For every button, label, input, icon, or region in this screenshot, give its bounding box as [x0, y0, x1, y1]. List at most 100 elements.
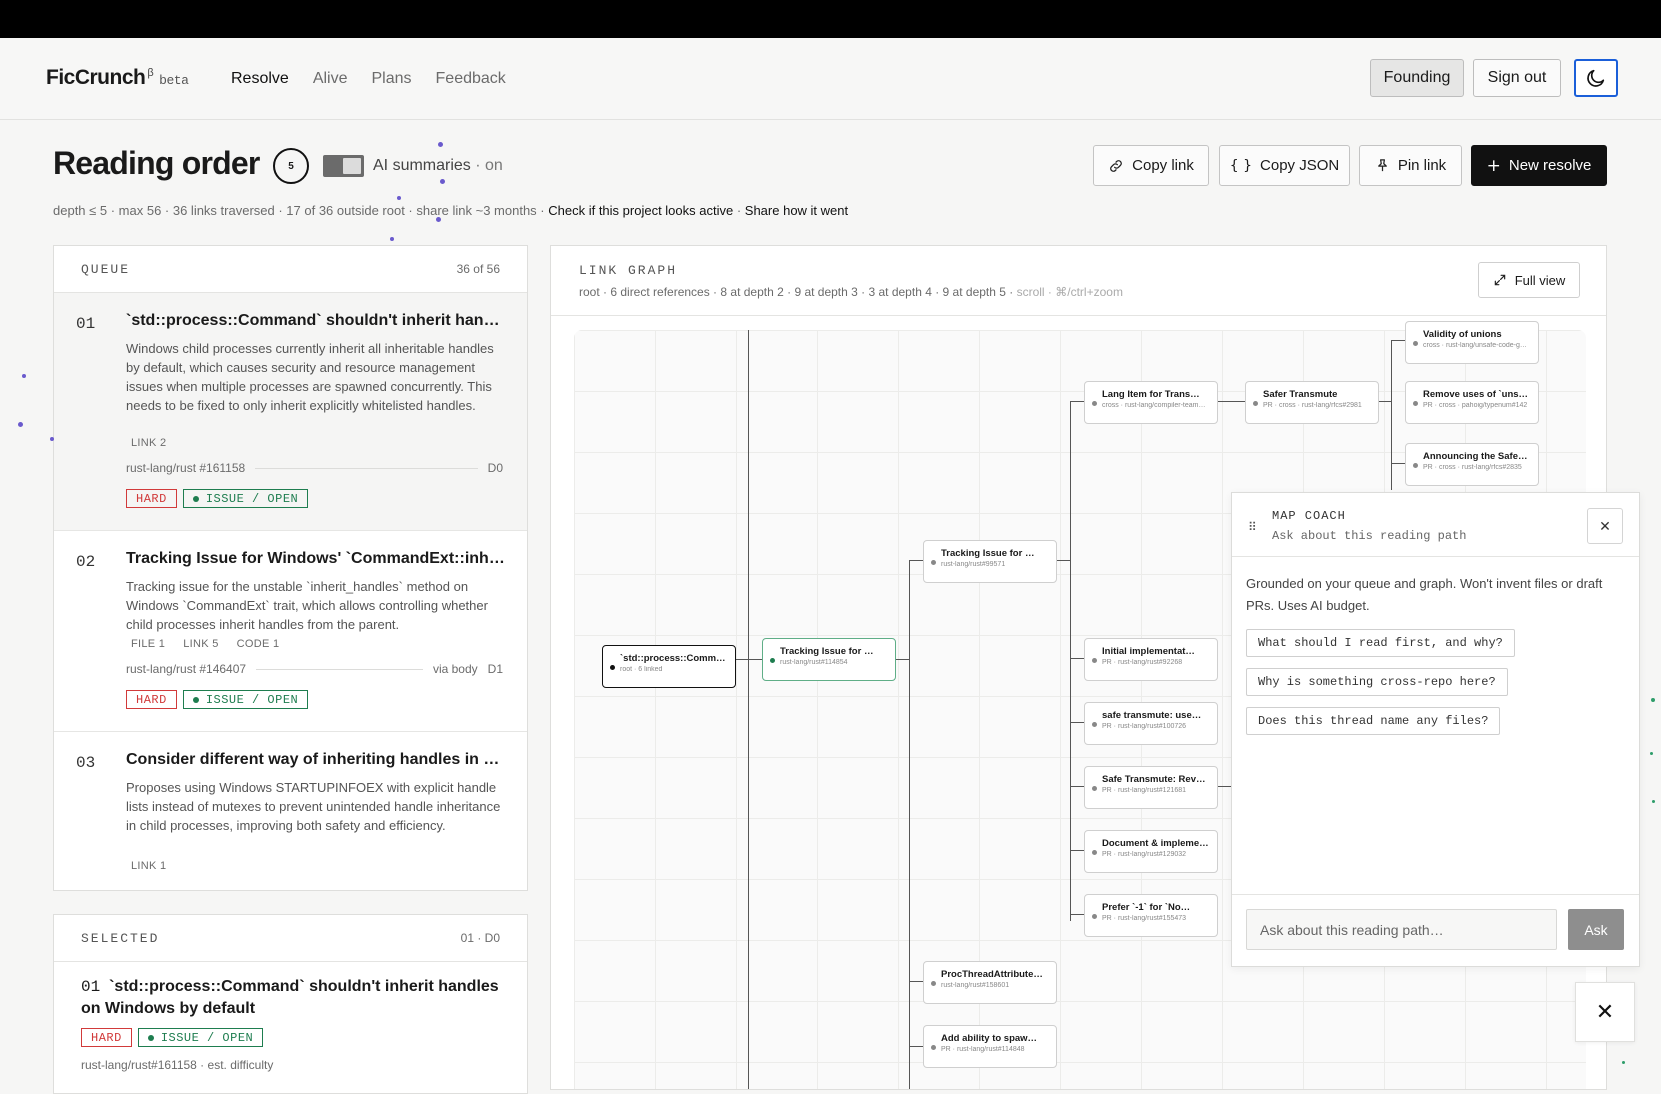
node-title: Safe Transmute: Rev…	[1102, 774, 1206, 785]
map-coach-input[interactable]	[1246, 909, 1557, 950]
node-subtitle: cross · rust-lang/compiler-team…	[1102, 402, 1206, 409]
graph-edge	[896, 659, 910, 660]
queue-item-tags: HARD ISSUE / OPEN	[126, 489, 309, 508]
link-count: LINK 5	[183, 638, 219, 650]
depth-badge: 5	[273, 148, 309, 184]
founding-button[interactable]: Founding	[1370, 59, 1464, 97]
node-subtitle: cross · rust-lang/unsafe-code-g…	[1423, 342, 1527, 349]
graph-node[interactable]: Prefer `-1` for `No… PR · rust-lang/rust#…	[1084, 894, 1218, 937]
graph-node-root[interactable]: `std::process::Comm…root · 6 linked	[602, 645, 736, 688]
decorative-dot	[1652, 800, 1655, 803]
copy-link-button[interactable]: Copy link	[1093, 145, 1209, 186]
graph-edge	[909, 560, 910, 1089]
nav-alive[interactable]: Alive	[313, 70, 348, 88]
graph-edge	[1056, 560, 1071, 561]
status-tag: ISSUE / OPEN	[182, 690, 309, 709]
selected-title: SELECTED	[81, 930, 160, 946]
graph-node[interactable]: safe transmute: use… PR · rust-lang/rust#…	[1084, 702, 1218, 745]
node-title: `std::process::Comm…	[620, 653, 726, 664]
theme-toggle-button[interactable]	[1574, 59, 1618, 97]
queue-item-repo: rust-lang/rust #161158 D0	[126, 461, 503, 475]
decorative-dot	[436, 217, 441, 222]
map-coach-title: MAP COACH	[1272, 509, 1346, 523]
node-subtitle: root · 6 linked	[620, 666, 663, 673]
drag-handle-icon[interactable]: ⠿	[1248, 520, 1257, 534]
graph-node[interactable]: Document & implemen… PR · rust-lang/rust#…	[1084, 830, 1218, 873]
braces-icon: { }	[1229, 157, 1253, 174]
queue-item-03[interactable]: 03 Consider different way of inheriting …	[54, 732, 527, 890]
suggestion-chip[interactable]: What should I read first, and why?	[1246, 629, 1515, 657]
node-subtitle: PR · cross · rust-lang/rfcs#2835	[1423, 464, 1522, 471]
graph-edge	[1377, 401, 1392, 402]
graph-node[interactable]: Lang Item for Trans… cross · rust-lang/co…	[1084, 381, 1218, 424]
queue-item-01[interactable]: 01 `std::process::Command` shouldn't inh…	[54, 293, 527, 531]
node-subtitle: rust-lang/rust#158601	[941, 982, 1010, 989]
graph-node[interactable]: Announcing the Safe… PR · cross · rust-la…	[1405, 443, 1539, 486]
selected-tags: HARD ISSUE / OPEN	[81, 1028, 264, 1047]
graph-node[interactable]: Tracking Issue for … rust-lang/rust#11485…	[762, 638, 896, 681]
graph-edge	[1070, 722, 1084, 723]
new-resolve-button[interactable]: + New resolve	[1471, 145, 1607, 186]
graph-node[interactable]: Safe Transmute: Rev… PR · rust-lang/rust#…	[1084, 766, 1218, 809]
beta-badge: beta	[159, 73, 189, 88]
ai-summaries-toggle[interactable]	[323, 155, 364, 177]
difficulty-tag: HARD	[126, 690, 177, 709]
queue-item-repo: rust-lang/rust #146407 via body D1	[126, 662, 503, 676]
suggestion-chip[interactable]: Does this thread name any files?	[1246, 707, 1501, 735]
graph-node[interactable]: Add ability to spaw… PR · rust-lang/rust#…	[923, 1025, 1057, 1068]
graph-node[interactable]: Validity of unions cross · rust-lang/unsa…	[1405, 321, 1539, 364]
map-coach-close-button[interactable]: ✕	[1587, 508, 1623, 544]
selected-header: SELECTED 01 · D0	[54, 915, 527, 962]
floating-close-button[interactable]: ✕	[1575, 982, 1635, 1042]
graph-edge	[1070, 401, 1071, 921]
new-resolve-label: New resolve	[1508, 157, 1592, 174]
moon-icon	[1587, 69, 1605, 87]
nav-plans[interactable]: Plans	[372, 70, 412, 88]
copy-json-button[interactable]: { } Copy JSON	[1219, 145, 1350, 186]
node-title: Remove uses of `uns…	[1423, 389, 1529, 400]
check-active-link[interactable]: Check if this project looks active	[548, 203, 733, 218]
nav-feedback[interactable]: Feedback	[436, 70, 506, 88]
node-title: Safer Transmute	[1263, 389, 1338, 400]
ask-button[interactable]: Ask	[1568, 909, 1624, 950]
resolve-meta: depth ≤ 5 · max 56 · 36 links traversed …	[53, 203, 848, 218]
pin-link-button[interactable]: Pin link	[1359, 145, 1462, 186]
share-feedback-link[interactable]: Share how it went	[745, 203, 848, 218]
queue-item-02[interactable]: 02 Tracking Issue for Windows' `CommandE…	[54, 531, 527, 732]
node-title: Tracking Issue for …	[780, 646, 874, 657]
depth-ref: D1	[487, 662, 503, 676]
top-black-bar	[0, 0, 1661, 38]
graph-node[interactable]: Remove uses of `uns… PR · cross · pahoig/…	[1405, 381, 1539, 424]
graph-edge	[748, 330, 749, 1089]
graph-node[interactable]: ProcThreadAttribute… rust-lang/rust#15860…	[923, 961, 1057, 1004]
plus-icon: +	[1486, 155, 1501, 176]
brand-logo[interactable]: FicCrunch β beta	[46, 66, 189, 90]
suggestion-chip[interactable]: Why is something cross-repo here?	[1246, 668, 1508, 696]
page-title: Reading order	[53, 145, 260, 181]
graph-node[interactable]: Tracking Issue for … rust-lang/rust#99571	[923, 540, 1057, 583]
repo-divider	[255, 467, 478, 469]
expand-icon	[1494, 274, 1505, 286]
repo-ref[interactable]: rust-lang/rust #161158	[126, 461, 245, 475]
graph-node[interactable]: Safer Transmute PR · cross · rust-lang/rf…	[1245, 381, 1379, 424]
nav-resolve[interactable]: Resolve	[231, 70, 289, 88]
queue-item-number: 02	[76, 553, 96, 571]
queue-item-links: LINK 2	[131, 437, 166, 449]
graph-node[interactable]: Initial implementat… PR · rust-lang/rust#…	[1084, 638, 1218, 681]
selected-item-name: `std::process::Command` shouldn't inheri…	[81, 978, 499, 1017]
copy-json-label: Copy JSON	[1260, 157, 1340, 174]
via-ref: via body	[432, 662, 478, 676]
node-subtitle: PR · cross · rust-lang/rfcs#2981	[1263, 402, 1362, 409]
sign-out-button[interactable]: Sign out	[1473, 59, 1561, 97]
graph-edge	[909, 1046, 923, 1047]
queue-item-desc: Proposes using Windows STARTUPINFOEX wit…	[126, 780, 501, 833]
full-view-button[interactable]: Full view	[1478, 262, 1580, 298]
decorative-dot	[1622, 1061, 1625, 1064]
repo-ref[interactable]: rust-lang/rust #146407	[126, 662, 246, 676]
link-count: LINK 2	[131, 437, 167, 449]
graph-edge	[1391, 463, 1405, 464]
graph-edge	[909, 560, 923, 561]
link-icon	[1110, 159, 1123, 172]
node-subtitle: PR · rust-lang/rust#114848	[941, 1046, 1025, 1053]
queue-item-desc: Tracking issue for the unstable `inherit…	[126, 579, 488, 632]
